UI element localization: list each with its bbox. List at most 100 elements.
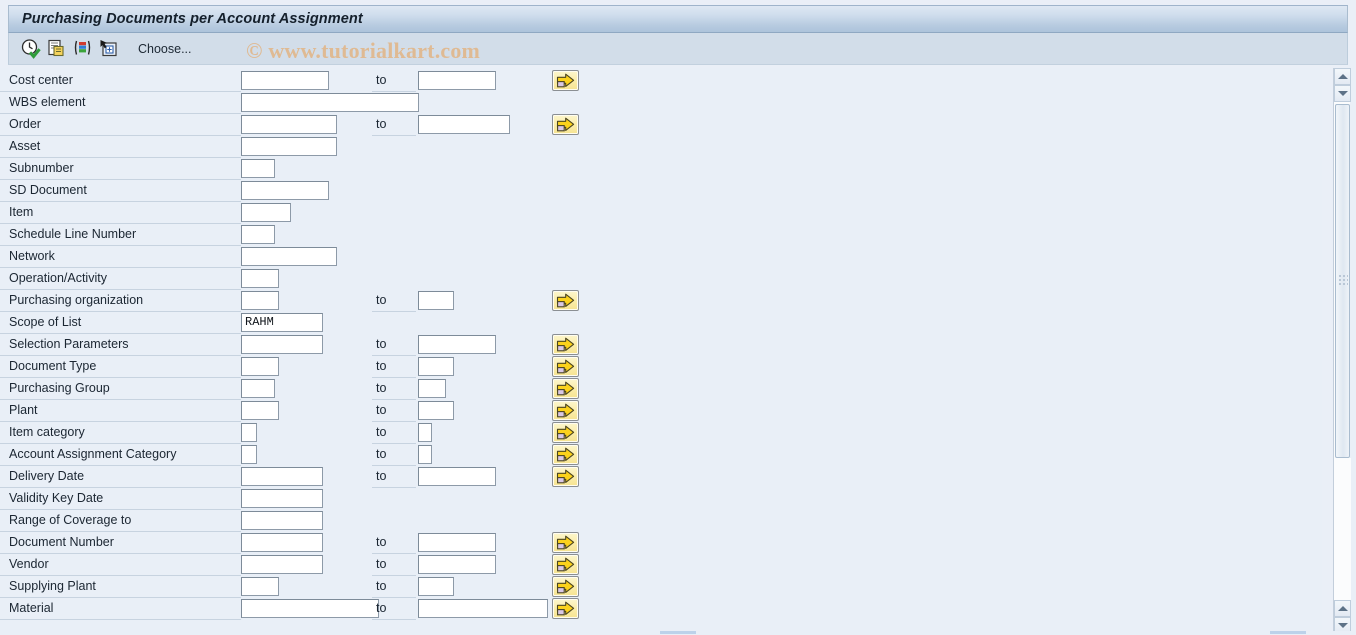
low-value-input[interactable]	[241, 93, 419, 112]
field-label-cell: Plant	[0, 400, 241, 422]
low-value-input[interactable]	[241, 269, 279, 288]
field-label: Purchasing organization	[9, 293, 144, 307]
low-value-input[interactable]	[241, 247, 337, 266]
multiple-selection-button[interactable]	[552, 444, 579, 465]
low-value-input[interactable]	[241, 533, 323, 552]
arrow-right-icon	[556, 535, 575, 550]
multiple-selection-button[interactable]	[552, 378, 579, 399]
selection-row: Purchasing organization to	[0, 290, 1322, 312]
selection-row: Supplying Plant to	[0, 576, 1322, 598]
low-value-input[interactable]	[241, 159, 275, 178]
multiple-selection-button[interactable]	[552, 532, 579, 553]
low-value-input[interactable]	[241, 555, 323, 574]
low-value-input[interactable]	[241, 599, 379, 618]
copy-variant-icon[interactable]	[46, 38, 67, 59]
high-value-input[interactable]	[418, 533, 496, 552]
low-value-input[interactable]	[241, 423, 257, 442]
low-value-input[interactable]	[241, 467, 323, 486]
range-to-label-cell: to	[372, 532, 416, 554]
low-value-text: RAHM	[245, 315, 274, 329]
arrow-right-icon	[556, 469, 575, 484]
arrow-right-icon	[556, 447, 575, 462]
high-value-input[interactable]	[418, 577, 454, 596]
choose-button[interactable]: Choose...	[138, 42, 192, 56]
high-value-input[interactable]	[418, 115, 510, 134]
scrollbar-thumb[interactable]	[1335, 104, 1350, 458]
multiple-selection-button[interactable]	[552, 114, 579, 135]
multiple-selection-button[interactable]	[552, 598, 579, 619]
high-value-input[interactable]	[418, 335, 496, 354]
low-value-input[interactable]	[241, 379, 275, 398]
scroll-up-icon[interactable]	[1334, 68, 1351, 85]
scroll-down-icon[interactable]	[1334, 85, 1351, 102]
multiple-selection-button[interactable]	[552, 554, 579, 575]
low-value-input[interactable]	[241, 445, 257, 464]
arrow-right-icon	[556, 425, 575, 440]
execute-clock-icon[interactable]	[20, 38, 41, 59]
high-value-input[interactable]	[418, 379, 446, 398]
bottom-strip	[0, 631, 1356, 635]
low-value-input[interactable]	[241, 115, 337, 134]
range-to-label: to	[376, 557, 387, 571]
multiple-selection-button[interactable]	[552, 422, 579, 443]
low-value-input[interactable]	[241, 357, 279, 376]
field-label: Order	[9, 117, 41, 131]
low-value-input[interactable]	[241, 401, 279, 420]
high-value-input[interactable]	[418, 467, 496, 486]
low-value-input[interactable]	[241, 511, 323, 530]
selection-row: Purchasing Group to	[0, 378, 1322, 400]
low-value-input[interactable]	[241, 489, 323, 508]
vertical-scrollbar[interactable]	[1333, 68, 1351, 635]
low-value-input[interactable]	[241, 291, 279, 310]
high-value-input[interactable]	[418, 401, 454, 420]
low-value-input[interactable]	[241, 203, 291, 222]
multiple-selection-button[interactable]	[552, 466, 579, 487]
field-label: Item	[9, 205, 34, 219]
selection-row: Range of Coverage to	[0, 510, 1322, 532]
field-label-cell: Purchasing organization	[0, 290, 241, 312]
range-to-label-cell: to	[372, 356, 416, 378]
multiple-selection-button[interactable]	[552, 400, 579, 421]
low-value-input[interactable]	[241, 181, 329, 200]
field-label-cell: Supplying Plant	[0, 576, 241, 598]
low-value-input[interactable]	[241, 71, 329, 90]
low-value-input[interactable]	[241, 335, 323, 354]
range-to-label-cell: to	[372, 444, 416, 466]
field-label-cell: WBS element	[0, 92, 241, 114]
high-value-input[interactable]	[418, 423, 432, 442]
arrow-right-icon	[556, 579, 575, 594]
high-value-input[interactable]	[418, 599, 548, 618]
high-value-input[interactable]	[418, 71, 496, 90]
low-value-input[interactable]	[241, 577, 279, 596]
field-label: Operation/Activity	[9, 271, 107, 285]
select-layout-icon[interactable]	[98, 38, 119, 59]
color-bars-icon[interactable]	[72, 38, 93, 59]
multiple-selection-button[interactable]	[552, 576, 579, 597]
high-value-input[interactable]	[418, 445, 432, 464]
low-value-input[interactable]	[241, 225, 275, 244]
field-label-cell: Operation/Activity	[0, 268, 241, 290]
multiple-selection-button[interactable]	[552, 334, 579, 355]
high-value-input[interactable]	[418, 357, 454, 376]
low-value-input[interactable]: RAHM	[241, 313, 323, 332]
multiple-selection-button[interactable]	[552, 70, 579, 91]
selection-row: Network	[0, 246, 1322, 268]
field-label-cell: Network	[0, 246, 241, 268]
range-to-label-cell: to	[372, 334, 416, 356]
multiple-selection-button[interactable]	[552, 356, 579, 377]
low-value-input[interactable]	[241, 137, 337, 156]
high-value-input[interactable]	[418, 555, 496, 574]
high-value-input[interactable]	[418, 291, 454, 310]
field-label-cell: Order	[0, 114, 241, 136]
selection-row: Schedule Line Number	[0, 224, 1322, 246]
field-label: Account Assignment Category	[9, 447, 177, 461]
field-label: Vendor	[9, 557, 49, 571]
scroll-up-icon-bottom[interactable]	[1334, 600, 1351, 617]
selection-criteria-form: Cost center to WBS element Order to Asset Subn…	[0, 68, 1322, 635]
field-label-cell: Selection Parameters	[0, 334, 241, 356]
multiple-selection-button[interactable]	[552, 290, 579, 311]
scrollbar-track[interactable]	[1334, 458, 1351, 600]
field-label: Selection Parameters	[9, 337, 129, 351]
range-to-label: to	[376, 381, 387, 395]
field-label-cell: Validity Key Date	[0, 488, 241, 510]
